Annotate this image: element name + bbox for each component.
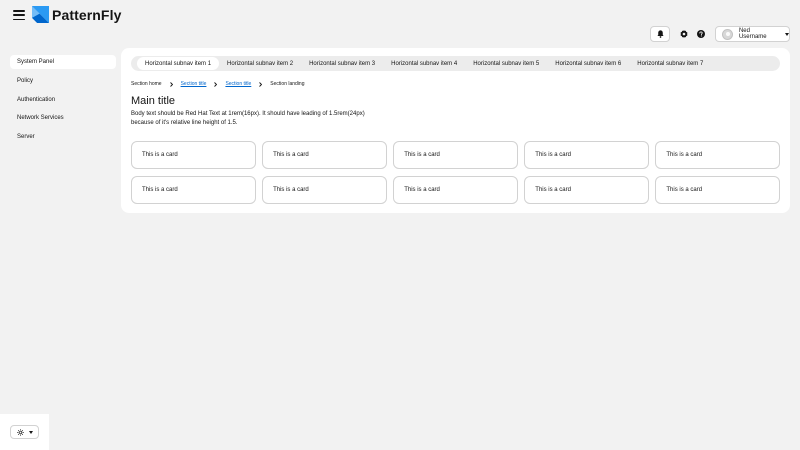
card-grid: This is a card This is a card This is a … bbox=[131, 141, 780, 204]
chevron-right-icon bbox=[169, 81, 174, 87]
gear-icon bbox=[680, 30, 688, 38]
chevron-right-icon bbox=[259, 81, 263, 87]
page-title: Main title bbox=[131, 95, 176, 107]
theme-switcher-button[interactable] bbox=[10, 425, 39, 439]
theme-switcher-panel bbox=[0, 414, 49, 450]
subnav-item[interactable]: Horizontal subnav item 6 bbox=[547, 57, 629, 70]
card[interactable]: This is a card bbox=[262, 176, 387, 204]
caret-down-icon bbox=[785, 32, 789, 36]
horizontal-subnav: Horizontal subnav item 1 Horizontal subn… bbox=[131, 56, 780, 71]
question-circle-icon bbox=[697, 30, 705, 38]
chevron-right-icon bbox=[214, 81, 218, 87]
subnav-item[interactable]: Horizontal subnav item 4 bbox=[383, 57, 465, 70]
card[interactable]: This is a card bbox=[131, 176, 256, 204]
card[interactable]: This is a card bbox=[524, 176, 649, 204]
card[interactable]: This is a card bbox=[393, 176, 518, 204]
subnav-item[interactable]: Horizontal subnav item 1 bbox=[137, 57, 220, 70]
sidebar-item-policy[interactable]: Policy bbox=[10, 74, 116, 88]
breadcrumb: Section home Section title Section title… bbox=[131, 80, 305, 88]
notifications-button[interactable] bbox=[650, 26, 670, 42]
breadcrumb-home[interactable]: Section home bbox=[131, 81, 162, 87]
patternfly-logo-icon bbox=[32, 6, 49, 23]
card[interactable]: This is a card bbox=[524, 141, 649, 169]
masthead: PatternFly Ned Username bbox=[0, 0, 800, 48]
sidebar-item-authentication[interactable]: Authentication bbox=[10, 93, 116, 107]
bell-icon bbox=[656, 30, 664, 38]
main-content-panel: Horizontal subnav item 1 Horizontal subn… bbox=[121, 48, 790, 213]
help-button[interactable] bbox=[691, 26, 711, 42]
subnav-item[interactable]: Horizontal subnav item 2 bbox=[219, 57, 301, 70]
avatar bbox=[722, 28, 733, 40]
body-text: Body text should be Red Hat Text at 1rem… bbox=[131, 111, 365, 126]
subnav-item[interactable]: Horizontal subnav item 3 bbox=[301, 57, 383, 70]
card[interactable]: This is a card bbox=[393, 141, 518, 169]
sidebar-item-server[interactable]: Server bbox=[10, 130, 116, 144]
sun-icon bbox=[16, 428, 24, 436]
sidebar-item-network-services[interactable]: Network Services bbox=[10, 111, 116, 125]
subnav-item[interactable]: Horizontal subnav item 5 bbox=[465, 57, 547, 70]
user-name: Ned Username bbox=[738, 28, 767, 40]
card[interactable]: This is a card bbox=[131, 141, 256, 169]
subnav-item[interactable]: Horizontal subnav item 7 bbox=[629, 57, 711, 70]
breadcrumb-link[interactable]: Section title bbox=[225, 81, 251, 87]
breadcrumb-link[interactable]: Section title bbox=[181, 81, 207, 87]
hamburger-menu-icon[interactable] bbox=[12, 8, 26, 22]
card[interactable]: This is a card bbox=[655, 176, 780, 204]
caret-down-icon bbox=[28, 430, 33, 434]
brand-name: PatternFly bbox=[52, 6, 122, 23]
card[interactable]: This is a card bbox=[655, 141, 780, 169]
breadcrumb-current: Section landing bbox=[270, 81, 305, 87]
brand-logo[interactable]: PatternFly bbox=[32, 6, 121, 23]
sidebar-item-system-panel[interactable]: System Panel bbox=[10, 55, 116, 69]
card[interactable]: This is a card bbox=[262, 141, 387, 169]
sidebar-nav: System Panel Policy Authentication Netwo… bbox=[10, 55, 116, 149]
user-menu-toggle[interactable]: Ned Username bbox=[715, 26, 790, 42]
